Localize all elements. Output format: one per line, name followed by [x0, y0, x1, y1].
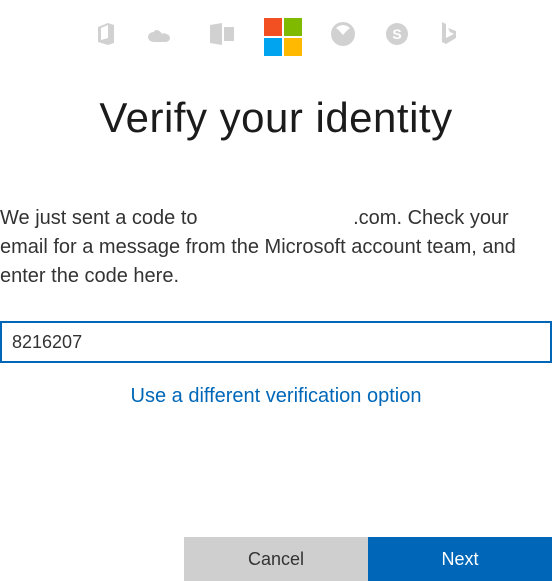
skype-icon: S — [384, 21, 410, 54]
xbox-icon — [330, 21, 356, 54]
onedrive-icon — [146, 22, 180, 53]
email-suffix: .com — [353, 207, 396, 229]
bing-icon — [438, 20, 458, 55]
button-spacer — [0, 537, 184, 581]
outlook-icon — [208, 21, 236, 54]
verification-code-input[interactable] — [0, 321, 552, 363]
service-icon-row: S — [0, 0, 552, 56]
button-row: Cancel Next — [0, 537, 552, 581]
svg-text:S: S — [392, 26, 401, 42]
instructions-text: We just sent a code to .com. Check your … — [0, 204, 552, 291]
masked-email — [203, 207, 353, 229]
page-title: Verify your identity — [0, 94, 552, 142]
office-icon — [94, 21, 118, 54]
next-button[interactable]: Next — [368, 537, 552, 581]
use-different-option-link[interactable]: Use a different verification option — [0, 385, 552, 408]
cancel-button[interactable]: Cancel — [184, 537, 368, 581]
instructions-prefix: We just sent a code to — [0, 207, 203, 229]
microsoft-logo — [264, 18, 302, 56]
